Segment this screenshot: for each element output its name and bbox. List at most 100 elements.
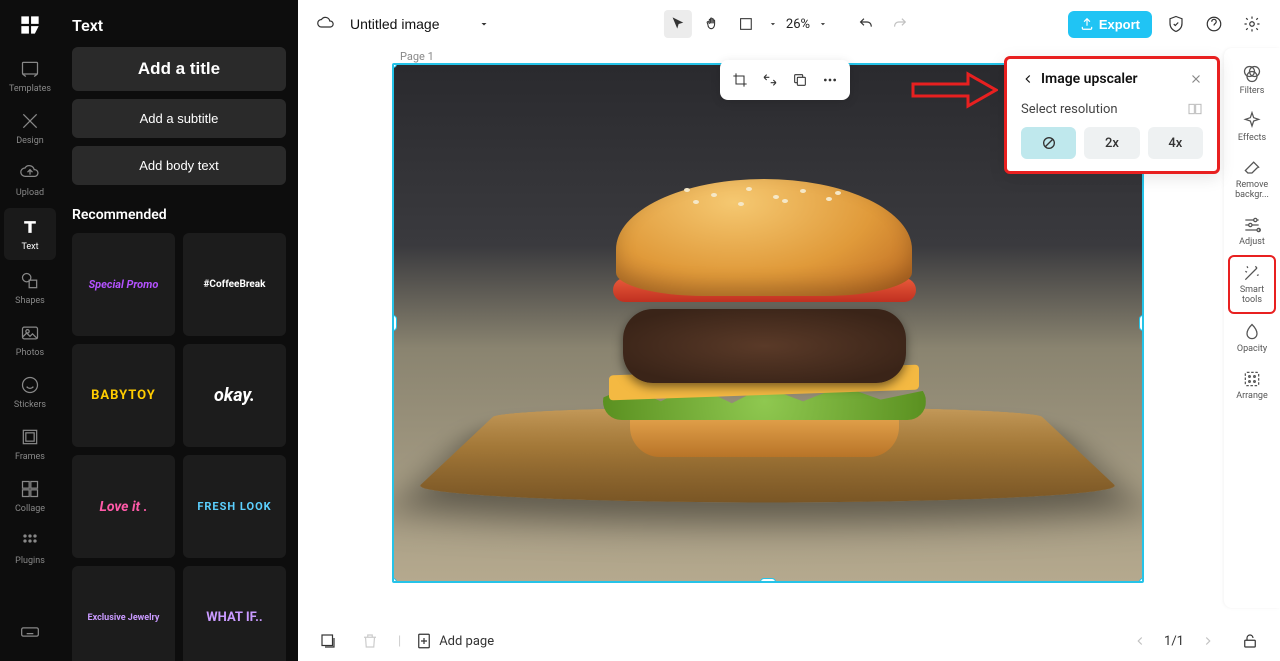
resolution-none[interactable] xyxy=(1021,127,1076,159)
page-navigation: 1/1 xyxy=(1126,627,1222,655)
panel-title: Text xyxy=(72,16,286,35)
none-icon xyxy=(1041,135,1057,151)
settings-icon[interactable] xyxy=(1238,10,1266,38)
rail-label: Design xyxy=(16,136,44,146)
upload-icon xyxy=(19,162,41,184)
left-rail: Templates Design Upload Text Shapes Phot… xyxy=(0,0,60,661)
delete-button[interactable] xyxy=(356,627,384,655)
rr-smart-tools[interactable]: Smart tools xyxy=(1228,255,1276,314)
hand-tool[interactable] xyxy=(698,10,726,38)
annotation-arrow xyxy=(908,70,998,110)
rail-text[interactable]: Text xyxy=(4,208,56,260)
select-resolution-label: Select resolution xyxy=(1021,102,1118,117)
templates-icon xyxy=(19,58,41,80)
resolution-4x[interactable]: 4x xyxy=(1148,127,1203,159)
text-preset[interactable]: Special Promo xyxy=(72,233,175,336)
rr-label: Smart tools xyxy=(1230,286,1274,306)
document-title-input[interactable] xyxy=(350,16,460,32)
flip-button[interactable] xyxy=(756,66,784,94)
rail-upload[interactable]: Upload xyxy=(0,154,60,206)
rail-plugins[interactable]: Plugins xyxy=(0,522,60,574)
next-page-button[interactable] xyxy=(1194,627,1222,655)
export-button[interactable]: Export xyxy=(1068,11,1152,38)
image-float-toolbar xyxy=(720,60,850,100)
right-rail: Filters Effects Remove backgr... Adjust … xyxy=(1224,48,1280,608)
rr-label: Opacity xyxy=(1237,345,1267,355)
help-icon[interactable] xyxy=(1200,10,1228,38)
cloud-icon[interactable] xyxy=(312,10,340,38)
resolution-2x[interactable]: 2x xyxy=(1084,127,1139,159)
stickers-icon xyxy=(19,374,41,396)
rail-label: Collage xyxy=(15,504,45,514)
chevron-down-icon[interactable] xyxy=(766,10,780,38)
add-page-button[interactable]: Add page xyxy=(415,632,494,650)
resize-handle[interactable] xyxy=(392,578,397,583)
rail-frames[interactable]: Frames xyxy=(0,418,60,470)
rail-templates[interactable]: Templates xyxy=(0,50,60,102)
eraser-icon xyxy=(1242,158,1262,178)
rr-remove-bg[interactable]: Remove backgr... xyxy=(1228,152,1276,207)
add-subtitle-button[interactable]: Add a subtitle xyxy=(72,99,286,138)
shapes-icon xyxy=(19,270,41,292)
rr-adjust[interactable]: Adjust xyxy=(1228,209,1276,254)
text-preset[interactable]: BABYTOY xyxy=(72,344,175,447)
add-page-label: Add page xyxy=(439,634,494,649)
zoom-value[interactable]: 26% xyxy=(786,17,810,32)
rail-label: Frames xyxy=(15,452,45,462)
cursor-tool[interactable] xyxy=(664,10,692,38)
shield-icon[interactable] xyxy=(1162,10,1190,38)
zoom-dropdown[interactable] xyxy=(816,10,830,38)
keyboard-icon xyxy=(19,621,41,643)
rail-label: Photos xyxy=(16,348,44,358)
undo-button[interactable] xyxy=(852,10,880,38)
more-button[interactable] xyxy=(816,66,844,94)
text-preset[interactable]: #CoffeeBreak xyxy=(183,233,286,336)
crop-button[interactable] xyxy=(726,66,754,94)
rail-collage[interactable]: Collage xyxy=(0,470,60,522)
redo-button[interactable] xyxy=(886,10,914,38)
rail-photos[interactable]: Photos xyxy=(0,314,60,366)
design-icon xyxy=(19,110,41,132)
image-upscaler-panel: Image upscaler Select resolution 2x 4x xyxy=(1004,56,1220,174)
rr-label: Effects xyxy=(1238,134,1266,144)
recommended-grid: Special Promo #CoffeeBreak BABYTOY okay.… xyxy=(72,233,286,661)
duplicate-button[interactable] xyxy=(786,66,814,94)
rr-arrange[interactable]: Arrange xyxy=(1228,363,1276,408)
title-dropdown[interactable] xyxy=(470,10,498,38)
compare-icon[interactable] xyxy=(1187,101,1203,117)
photos-icon xyxy=(19,322,41,344)
lock-button[interactable] xyxy=(1236,627,1264,655)
text-panel: Text Add a title Add a subtitle Add body… xyxy=(60,0,298,661)
app-logo[interactable] xyxy=(15,10,45,40)
rail-label: Shapes xyxy=(15,296,45,306)
rail-design[interactable]: Design xyxy=(0,102,60,154)
resize-dropdown[interactable] xyxy=(732,10,760,38)
text-preset[interactable]: Love it . xyxy=(72,455,175,558)
back-button[interactable] xyxy=(1021,72,1035,86)
rr-filters[interactable]: Filters xyxy=(1228,58,1276,103)
text-preset[interactable]: Exclusive Jewelry xyxy=(72,566,175,661)
rail-label: Upload xyxy=(16,188,44,198)
text-preset[interactable]: WHAT IF.. xyxy=(183,566,286,661)
rr-effects[interactable]: Effects xyxy=(1228,105,1276,150)
rail-stickers[interactable]: Stickers xyxy=(0,366,60,418)
resize-handle[interactable] xyxy=(1139,578,1144,583)
rail-label: Plugins xyxy=(15,556,45,566)
recommended-label: Recommended xyxy=(72,207,286,223)
rr-opacity[interactable]: Opacity xyxy=(1228,316,1276,361)
resize-handle[interactable] xyxy=(392,315,397,331)
add-body-button[interactable]: Add body text xyxy=(72,146,286,185)
text-preset[interactable]: FRESH LOOK xyxy=(183,455,286,558)
text-preset[interactable]: okay. xyxy=(183,344,286,447)
close-button[interactable] xyxy=(1189,72,1203,86)
prev-page-button[interactable] xyxy=(1126,627,1154,655)
upscaler-title: Image upscaler xyxy=(1041,71,1138,87)
rail-shapes[interactable]: Shapes xyxy=(0,262,60,314)
resize-handle[interactable] xyxy=(760,578,776,583)
effects-icon xyxy=(1242,111,1262,131)
filters-icon xyxy=(1242,64,1262,84)
rail-keyboard[interactable] xyxy=(0,613,60,651)
add-title-button[interactable]: Add a title xyxy=(72,47,286,91)
layers-button[interactable] xyxy=(314,627,342,655)
resize-handle[interactable] xyxy=(1139,315,1144,331)
